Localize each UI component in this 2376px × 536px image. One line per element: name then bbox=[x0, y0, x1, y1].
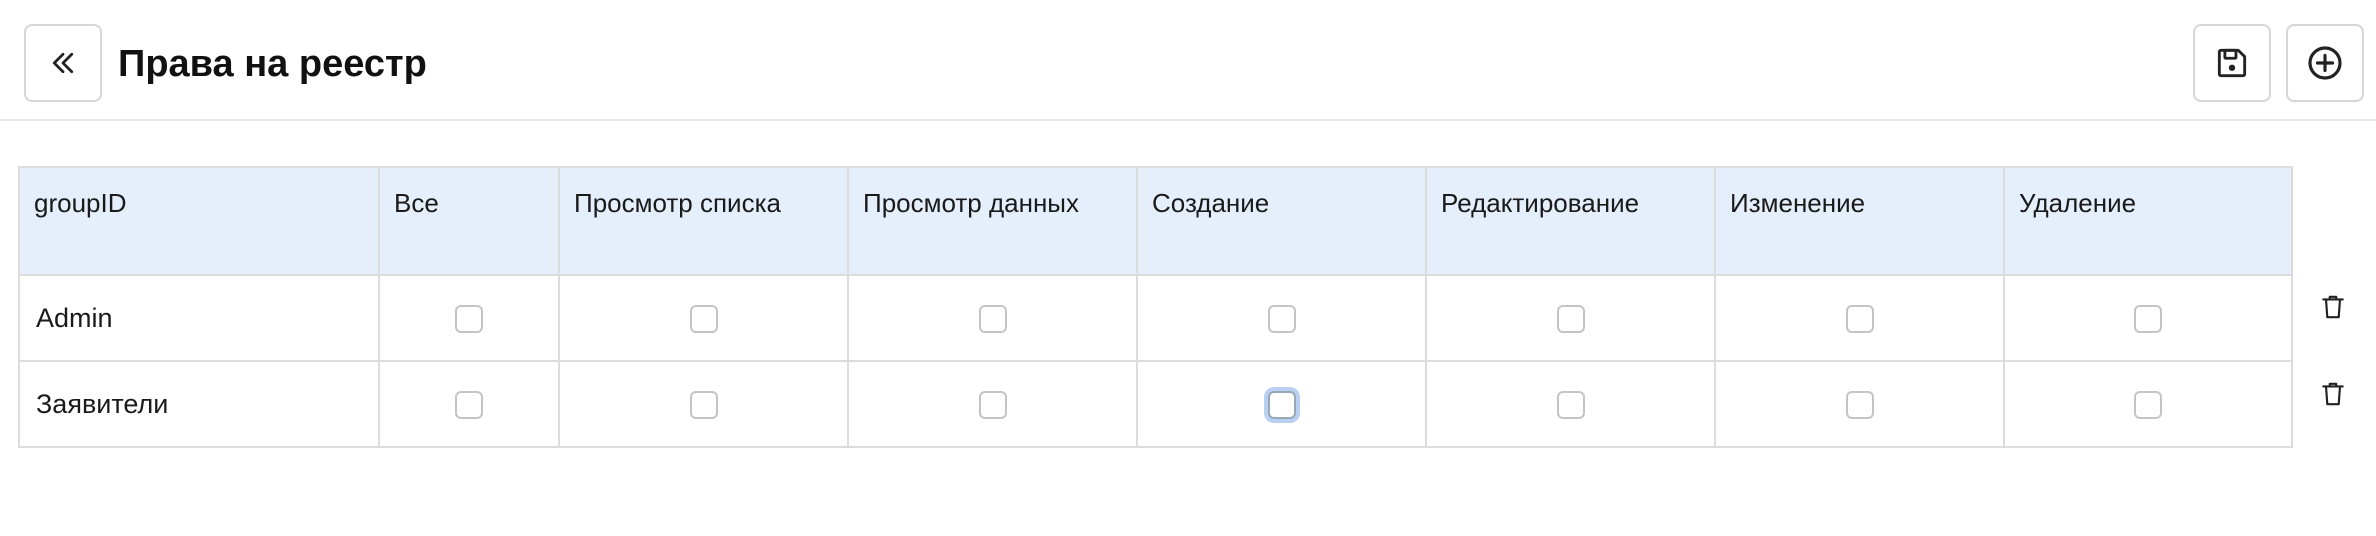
trash-icon bbox=[2322, 382, 2344, 406]
permission-create-checkbox[interactable] bbox=[1267, 305, 1296, 334]
permission-cell bbox=[1714, 360, 2005, 448]
column-header-groupid: groupID bbox=[18, 166, 380, 276]
column-header-delete: Удаление bbox=[2003, 166, 2293, 276]
group-name-cell: Заявители bbox=[18, 360, 380, 448]
back-button[interactable] bbox=[24, 24, 102, 102]
column-header-change: Изменение bbox=[1714, 166, 2005, 276]
permission-view-list-checkbox[interactable] bbox=[689, 391, 718, 420]
permission-edit-checkbox[interactable] bbox=[1556, 305, 1585, 334]
permission-cell bbox=[378, 274, 560, 362]
column-header-all: Все bbox=[378, 166, 560, 276]
table-header-row: groupID Все Просмотр списка Просмотр дан… bbox=[18, 166, 2293, 276]
save-button[interactable] bbox=[2193, 24, 2271, 102]
permission-create-checkbox[interactable] bbox=[1267, 391, 1296, 420]
permission-view-list-checkbox[interactable] bbox=[689, 305, 718, 334]
column-header-view-data: Просмотр данных bbox=[847, 166, 1138, 276]
column-header-create: Создание bbox=[1136, 166, 1427, 276]
permission-cell bbox=[1136, 360, 1427, 448]
permission-cell bbox=[1425, 360, 1716, 448]
permission-all-checkbox[interactable] bbox=[455, 305, 483, 334]
delete-row-button[interactable] bbox=[2318, 378, 2348, 410]
column-header-view-list: Просмотр списка bbox=[558, 166, 849, 276]
double-chevron-left-icon bbox=[52, 52, 74, 74]
column-header-edit: Редактирование bbox=[1425, 166, 1716, 276]
permission-cell bbox=[847, 274, 1138, 362]
floppy-disk-icon bbox=[2217, 48, 2247, 78]
permission-all-checkbox[interactable] bbox=[455, 391, 483, 420]
group-name-cell: Admin bbox=[18, 274, 380, 362]
permission-cell bbox=[2003, 360, 2293, 448]
permission-cell bbox=[2003, 274, 2293, 362]
page-header: Права на реестр bbox=[0, 0, 2376, 121]
permission-view-data-checkbox[interactable] bbox=[978, 305, 1007, 334]
table-row: Admin bbox=[18, 274, 2293, 362]
plus-circle-icon bbox=[2308, 46, 2342, 80]
permission-cell bbox=[1714, 274, 2005, 362]
permission-view-data-checkbox[interactable] bbox=[978, 391, 1007, 420]
permission-edit-checkbox[interactable] bbox=[1556, 391, 1585, 420]
permission-change-checkbox[interactable] bbox=[1845, 305, 1874, 334]
permission-delete-checkbox[interactable] bbox=[2134, 391, 2162, 420]
add-button[interactable] bbox=[2286, 24, 2364, 102]
table-row: Заявители bbox=[18, 360, 2293, 448]
permission-cell bbox=[558, 274, 849, 362]
permission-delete-checkbox[interactable] bbox=[2134, 305, 2162, 334]
permission-cell bbox=[1136, 274, 1427, 362]
permission-cell bbox=[847, 360, 1138, 448]
permission-cell bbox=[1425, 274, 1716, 362]
trash-icon bbox=[2322, 295, 2344, 319]
permission-change-checkbox[interactable] bbox=[1845, 391, 1874, 420]
permission-cell bbox=[558, 360, 849, 448]
delete-row-button[interactable] bbox=[2318, 291, 2348, 323]
page-title: Права на реестр bbox=[118, 43, 427, 85]
permissions-table: groupID Все Просмотр списка Просмотр дан… bbox=[18, 166, 2293, 448]
permission-cell bbox=[378, 360, 560, 448]
